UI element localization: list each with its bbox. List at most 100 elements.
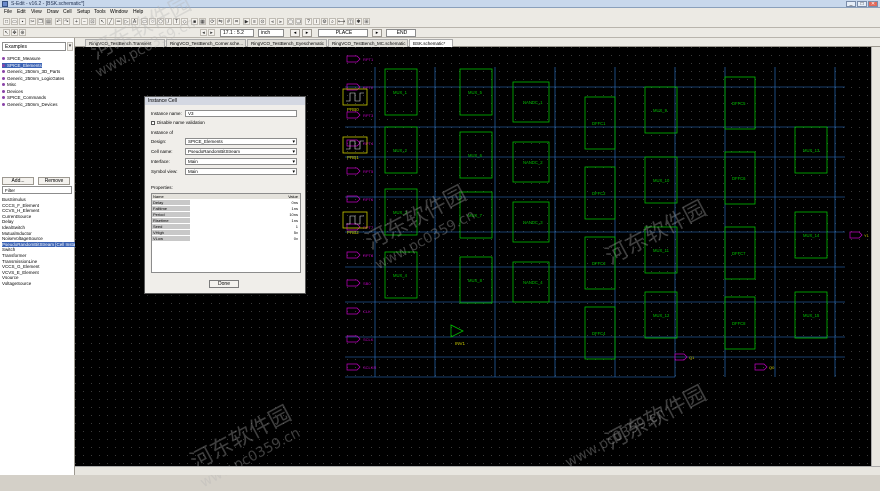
filter-input[interactable]: Filter bbox=[2, 186, 72, 194]
align-right-icon[interactable]: ⫸ bbox=[277, 18, 284, 25]
wire-icon[interactable]: ╱ bbox=[107, 18, 114, 25]
rotate-icon[interactable]: ⟳ bbox=[209, 18, 216, 25]
library-select[interactable]: Examples bbox=[2, 42, 66, 51]
cell-list-item[interactable]: MutualInductor bbox=[2, 231, 32, 236]
text-icon[interactable]: T bbox=[173, 18, 180, 25]
open-icon[interactable]: ▭ bbox=[11, 18, 18, 25]
pointer-icon[interactable]: ↖ bbox=[3, 29, 10, 36]
line-icon[interactable]: / bbox=[165, 18, 172, 25]
cell-list-item[interactable]: CCVS_H_Element bbox=[2, 208, 39, 213]
probe-icon[interactable]: ⊙ bbox=[259, 18, 266, 25]
menu-setup[interactable]: Setup bbox=[77, 9, 90, 15]
library-tree-item[interactable]: SPICE_Measure bbox=[2, 56, 41, 61]
search-icon[interactable]: ⌕ bbox=[329, 18, 336, 25]
vertical-scrollbar[interactable] bbox=[871, 47, 880, 466]
close-button[interactable]: ✕ bbox=[868, 1, 878, 7]
paste-icon[interactable]: ▤ bbox=[45, 18, 52, 25]
tab-ringvco-transient[interactable]: RingVCO_TestBench.Transient bbox=[85, 39, 165, 47]
redo-icon[interactable]: ↷ bbox=[63, 18, 70, 25]
cell-list-item[interactable]: CurrentSource bbox=[2, 214, 31, 219]
design-select[interactable]: SPICE_Elements bbox=[185, 138, 297, 145]
cell-list-item[interactable]: Switch bbox=[2, 247, 15, 252]
help-icon[interactable]: ? bbox=[305, 18, 312, 25]
align-left-icon[interactable]: ⫷ bbox=[269, 18, 276, 25]
cell-name-select[interactable]: PseudoRandomBitStream bbox=[185, 148, 297, 155]
library-tree-item[interactable]: Generic_250nm_3D_Parts bbox=[2, 69, 60, 74]
minimize-button[interactable]: _ bbox=[846, 1, 856, 7]
circle-icon[interactable]: ○ bbox=[149, 18, 156, 25]
copy-icon[interactable]: ❐ bbox=[37, 18, 44, 25]
property-row[interactable]: Risetime 1ns bbox=[152, 218, 300, 223]
bus-icon[interactable]: ═ bbox=[115, 18, 122, 25]
cell-list-item[interactable]: PseudoRandomBitStream [Cell Instance] bbox=[2, 241, 84, 247]
netlist-icon[interactable]: ≡ bbox=[251, 18, 258, 25]
arrow-right-icon[interactable]: ▸ bbox=[208, 29, 215, 36]
property-value[interactable]: 1 bbox=[296, 224, 298, 229]
cell-list-item[interactable]: VCCS_G_Element bbox=[2, 264, 40, 269]
property-row[interactable]: Period 10ns bbox=[152, 212, 300, 217]
add-library-button[interactable]: Add... bbox=[2, 177, 34, 185]
color-icon[interactable]: ■ bbox=[191, 18, 198, 25]
tab-ringvco-corner[interactable]: RingVCO_TestBench_Corner.sche... bbox=[166, 39, 246, 47]
menu-edit[interactable]: Edit bbox=[17, 9, 26, 15]
menu-tools[interactable]: Tools bbox=[94, 9, 106, 15]
cell-list-item[interactable]: Delay bbox=[2, 219, 14, 224]
window-icon[interactable]: ▢ bbox=[287, 18, 294, 25]
cascade-icon[interactable]: ❏ bbox=[295, 18, 302, 25]
instance-name-field[interactable]: V3 bbox=[185, 110, 297, 117]
property-value[interactable]: 1ns bbox=[292, 218, 298, 223]
library-tree-item[interactable]: Devices bbox=[2, 89, 23, 94]
label-icon[interactable]: A bbox=[131, 18, 138, 25]
cell-list-item[interactable]: VoltageSource bbox=[2, 281, 31, 286]
cell-list-item[interactable]: CCCS_F_Element bbox=[2, 203, 39, 208]
cell-list-item[interactable]: IdealSwitch bbox=[2, 225, 25, 230]
flip-icon[interactable]: ⇋ bbox=[217, 18, 224, 25]
horizontal-scrollbar[interactable] bbox=[75, 466, 880, 475]
cell-list-item[interactable]: VCVS_E_Element bbox=[2, 270, 39, 275]
property-row[interactable]: Seed 1 bbox=[152, 224, 300, 229]
property-row[interactable]: Delay 0ns bbox=[152, 200, 300, 205]
zoom-fit-icon[interactable]: ⊡ bbox=[89, 18, 96, 25]
property-value[interactable]: 0ns bbox=[292, 200, 298, 205]
rect-icon[interactable]: ▭ bbox=[141, 18, 148, 25]
arrow-left-icon[interactable]: ◂ bbox=[200, 29, 207, 36]
menu-help[interactable]: Help bbox=[133, 9, 143, 15]
instance-icon[interactable]: ⊕ bbox=[19, 29, 26, 36]
library-dropdown-icon[interactable]: ▾ bbox=[67, 42, 73, 51]
cell-list-item[interactable]: TransmissionLine bbox=[2, 259, 37, 264]
new-icon[interactable]: □ bbox=[3, 18, 10, 25]
fill-icon[interactable]: ▦ bbox=[199, 18, 206, 25]
end-field[interactable]: END bbox=[386, 29, 416, 37]
library-tree-item[interactable]: Generic_250nm_Devices bbox=[2, 102, 58, 107]
prev-button[interactable]: ◂ bbox=[290, 29, 300, 37]
menu-file[interactable]: File bbox=[4, 9, 12, 15]
library-tree-item[interactable]: SPICE_Elements bbox=[2, 62, 42, 68]
select-icon[interactable]: ↖ bbox=[99, 18, 106, 25]
property-value[interactable]: 5v bbox=[294, 230, 298, 235]
pan-icon[interactable]: ✥ bbox=[11, 29, 18, 36]
unit-select[interactable]: inch bbox=[258, 29, 284, 37]
simulate-icon[interactable]: ▶ bbox=[243, 18, 250, 25]
mode-field[interactable]: PLACE bbox=[318, 29, 368, 37]
cell-list-item[interactable]: Transformer bbox=[2, 253, 26, 258]
disable-validation-checkbox[interactable] bbox=[151, 121, 155, 125]
polygon-icon[interactable]: ⬠ bbox=[157, 18, 164, 25]
zoom-in-icon[interactable]: + bbox=[73, 18, 80, 25]
grid-icon[interactable]: # bbox=[225, 18, 232, 25]
tab-ringvco-mc[interactable]: RingVCO_TestBench_MC.schematic bbox=[328, 39, 408, 47]
port-icon[interactable]: ▷ bbox=[123, 18, 130, 25]
property-value[interactable]: 0v bbox=[294, 236, 298, 241]
settings-icon[interactable]: ⚙ bbox=[321, 18, 328, 25]
measure-icon[interactable]: ⟷ bbox=[337, 18, 345, 25]
zoom-out-icon[interactable]: − bbox=[81, 18, 88, 25]
menu-cell[interactable]: Cell bbox=[63, 9, 72, 15]
cell-list-item[interactable]: BusSimulus bbox=[2, 197, 26, 202]
maximize-button[interactable]: □ bbox=[857, 1, 867, 7]
symbol-view-select[interactable]: Main bbox=[185, 168, 297, 175]
next-button[interactable]: ▸ bbox=[302, 29, 312, 37]
property-row[interactable]: Falltime 1ns bbox=[152, 206, 300, 211]
property-value[interactable]: 10ns bbox=[289, 212, 298, 217]
save-icon[interactable]: ▪ bbox=[19, 18, 26, 25]
library-tree-item[interactable]: SPICE_Commands bbox=[2, 95, 46, 100]
step-button[interactable]: ▸ bbox=[372, 29, 382, 37]
